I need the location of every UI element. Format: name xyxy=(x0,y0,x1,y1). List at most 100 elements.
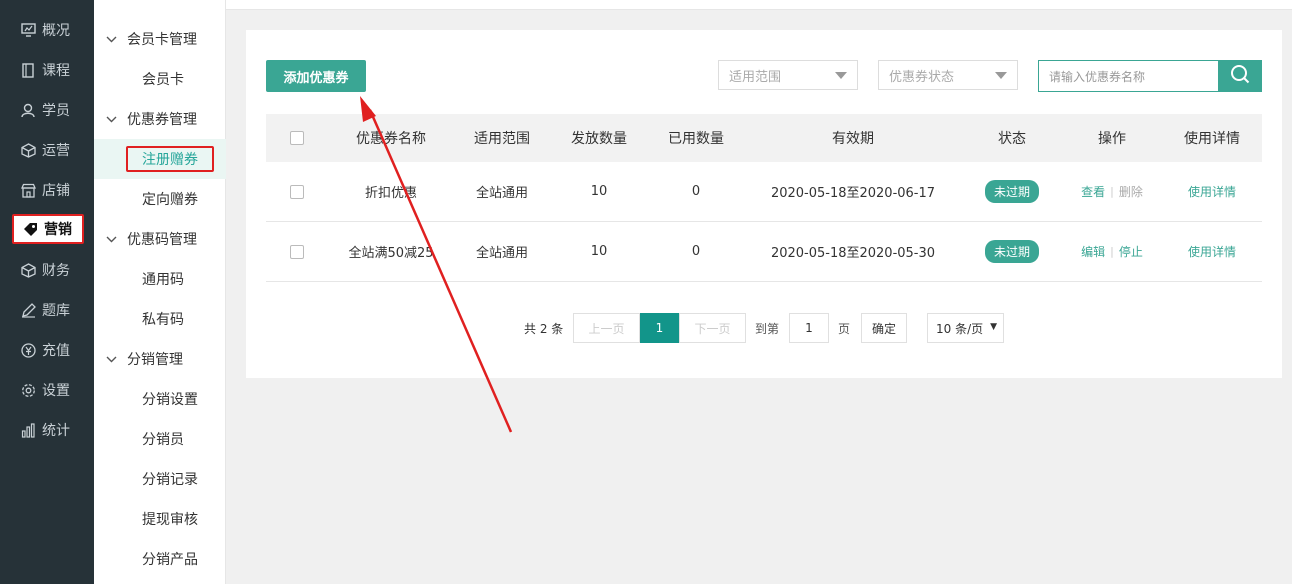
submenu-group-label: 分销管理 xyxy=(127,352,183,368)
scope-select[interactable]: 适用范围 xyxy=(718,60,858,90)
cell-used: 0 xyxy=(691,244,701,259)
sidebar-item-statistics[interactable]: 统计 xyxy=(0,410,94,450)
submenu-item-distribution-settings[interactable]: 分销设置 xyxy=(94,379,226,419)
sidebar-label: 设置 xyxy=(42,383,70,399)
cell-issued: 10 xyxy=(590,184,608,199)
cell-status: 未过期 xyxy=(962,162,1062,221)
sidebar-item-settings[interactable]: 设置 xyxy=(0,370,94,410)
submenu-item-label: 通用码 xyxy=(142,272,184,288)
submenu-item-label: 分销产品 xyxy=(142,552,198,568)
delete-link[interactable]: 删除 xyxy=(1119,183,1143,200)
cell-actions: 编辑 | 停止 xyxy=(1062,222,1162,281)
user-icon xyxy=(20,102,36,118)
caret-down-icon xyxy=(835,72,847,79)
cell-issued: 10 xyxy=(590,244,608,259)
status-select-placeholder: 优惠券状态 xyxy=(889,69,955,85)
marketing-submenu: 会员卡管理 会员卡 优惠券管理 注册赠券 定向赠券 优惠码管理 通用码 私有码 … xyxy=(94,0,226,584)
submenu-item-membership-card[interactable]: 会员卡 xyxy=(94,59,226,99)
view-link[interactable]: 查看 xyxy=(1081,183,1105,200)
submenu-group-label: 优惠券管理 xyxy=(127,112,197,128)
gear-icon xyxy=(20,382,36,398)
chevron-down-icon xyxy=(106,113,120,126)
goto-prefix: 到第 xyxy=(755,321,780,336)
sidebar-item-marketing[interactable]: 营销 xyxy=(12,214,84,244)
submenu-group-label: 优惠码管理 xyxy=(127,232,197,248)
submenu-item-label: 分销设置 xyxy=(142,392,198,408)
submenu-item-withdrawal-review[interactable]: 提现审核 xyxy=(94,499,226,539)
goto-suffix: 页 xyxy=(838,321,851,336)
cell-scope: 全站通用 xyxy=(475,246,528,261)
sidebar-item-course[interactable]: 课程 xyxy=(0,50,94,90)
bar-chart-icon xyxy=(20,422,36,438)
sidebar-item-finance[interactable]: 财务 xyxy=(0,250,94,290)
search-button[interactable] xyxy=(1218,60,1262,92)
sidebar-item-shop[interactable]: 店铺 xyxy=(0,170,94,210)
submenu-item-general-code[interactable]: 通用码 xyxy=(94,259,226,299)
sidebar-label: 运营 xyxy=(42,143,70,159)
cell-actions: 查看 | 删除 xyxy=(1062,162,1162,221)
sidebar-item-operations[interactable]: 运营 xyxy=(0,130,94,170)
submenu-group-label: 会员卡管理 xyxy=(127,32,197,48)
submenu-item-register-coupon[interactable]: 注册赠券 xyxy=(94,139,226,179)
cell-scope: 全站通用 xyxy=(475,186,528,201)
prev-page-button[interactable]: 上一页 xyxy=(573,313,640,343)
yen-icon xyxy=(20,342,36,358)
goto-page-input[interactable]: 1 xyxy=(789,313,829,343)
goto-confirm-button[interactable]: 确定 xyxy=(861,313,907,343)
row-checkbox[interactable] xyxy=(290,244,304,259)
header-scope: 适用范围 xyxy=(474,131,530,147)
usage-detail-link[interactable]: 使用详情 xyxy=(1188,243,1236,260)
shop-icon xyxy=(20,182,36,198)
search-placeholder: 请输入优惠券名称 xyxy=(1049,69,1146,84)
top-bar xyxy=(226,0,1292,10)
status-select[interactable]: 优惠券状态 xyxy=(878,60,1018,90)
sidebar-item-overview[interactable]: 概况 xyxy=(0,10,94,50)
cube-icon xyxy=(20,262,36,278)
next-page-button[interactable]: 下一页 xyxy=(679,313,746,343)
submenu-item-private-code[interactable]: 私有码 xyxy=(94,299,226,339)
submenu-item-distributors[interactable]: 分销员 xyxy=(94,419,226,459)
table-row: 全站满50减25 全站通用 10 0 2020-05-18至2020-05-30… xyxy=(266,222,1262,282)
sidebar-item-students[interactable]: 学员 xyxy=(0,90,94,130)
add-coupon-button[interactable]: 添加优惠券 xyxy=(266,60,366,92)
header-usage-detail: 使用详情 xyxy=(1184,131,1240,147)
sidebar-label: 学员 xyxy=(42,103,70,119)
cell-name: 全站满50减25 xyxy=(348,246,434,261)
status-badge: 未过期 xyxy=(984,240,1039,263)
tag-icon xyxy=(22,221,38,237)
sidebar-item-question-bank[interactable]: 题库 xyxy=(0,290,94,330)
usage-detail-link[interactable]: 使用详情 xyxy=(1188,183,1236,200)
cell-validity: 2020-05-18至2020-06-17 xyxy=(770,186,936,201)
chevron-down-icon xyxy=(106,233,120,246)
submenu-item-distribution-records[interactable]: 分销记录 xyxy=(94,459,226,499)
header-issued: 发放数量 xyxy=(571,131,627,147)
page-1-button[interactable]: 1 xyxy=(640,313,679,343)
page-size-value: 10 条/页 xyxy=(936,321,984,336)
row-checkbox-cell xyxy=(266,162,328,221)
page-size-select[interactable]: 10 条/页 ▼ xyxy=(927,313,1004,343)
cell-usage-detail: 使用详情 xyxy=(1162,162,1262,221)
submenu-group-coupons[interactable]: 优惠券管理 xyxy=(94,99,226,139)
row-checkbox[interactable] xyxy=(290,184,304,199)
sidebar-label: 店铺 xyxy=(42,183,70,199)
sidebar-item-recharge[interactable]: 充值 xyxy=(0,330,94,370)
submenu-item-targeted-coupon[interactable]: 定向赠券 xyxy=(94,179,226,219)
submenu-group-distribution[interactable]: 分销管理 xyxy=(94,339,226,379)
edit-link[interactable]: 编辑 xyxy=(1081,243,1105,260)
book-icon xyxy=(20,62,36,78)
coupon-search-input[interactable]: 请输入优惠券名称 xyxy=(1038,60,1218,92)
chevron-down-icon xyxy=(106,353,120,366)
sidebar-label: 充值 xyxy=(42,343,70,359)
submenu-item-distribution-products[interactable]: 分销产品 xyxy=(94,539,226,579)
submenu-group-promo-codes[interactable]: 优惠码管理 xyxy=(94,219,226,259)
table-header: 优惠券名称 适用范围 发放数量 已用数量 有效期 状态 操作 使用详情 xyxy=(266,114,1262,162)
select-all-checkbox[interactable] xyxy=(290,131,304,145)
cube-icon xyxy=(20,142,36,158)
header-checkbox-cell xyxy=(266,114,328,162)
pen-icon xyxy=(20,302,36,318)
submenu-item-label: 会员卡 xyxy=(142,72,184,88)
stop-link[interactable]: 停止 xyxy=(1119,243,1143,260)
divider: | xyxy=(1110,245,1114,258)
submenu-group-membership[interactable]: 会员卡管理 xyxy=(94,19,226,59)
submenu-item-label: 分销记录 xyxy=(142,472,198,488)
